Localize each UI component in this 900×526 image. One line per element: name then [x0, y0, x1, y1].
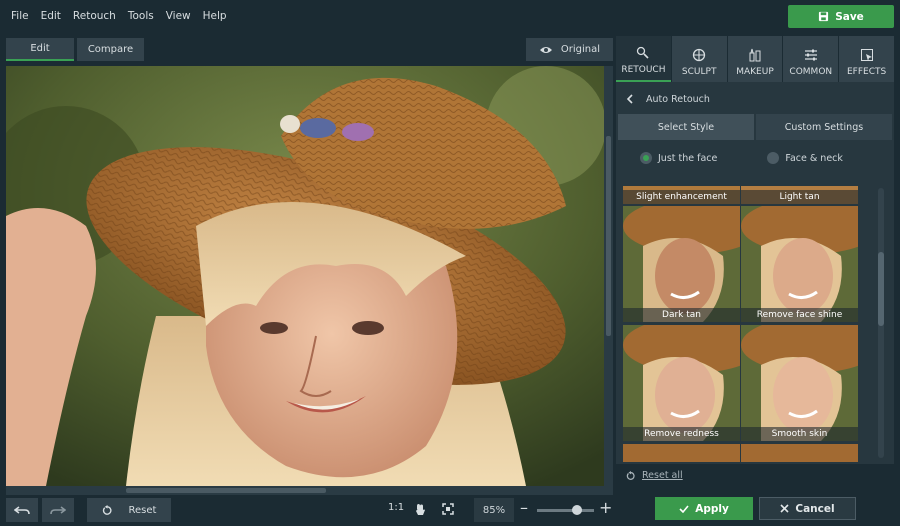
preset-thumbnail	[623, 325, 740, 441]
main-menu: File Edit Retouch Tools View Help	[0, 0, 233, 32]
tab-makeup-label: MAKEUP	[736, 67, 774, 77]
scope-radio-group: Just the face Face & neck	[640, 152, 843, 164]
style-remove-redness[interactable]: Remove redness	[623, 325, 740, 441]
style-remove-face-shine[interactable]: Remove face shine	[741, 206, 858, 322]
canvas-vertical-scrollbar[interactable]	[604, 66, 613, 486]
reset-label: Reset	[128, 504, 157, 516]
tab-common-label: COMMON	[789, 67, 833, 77]
sliders-icon	[804, 49, 817, 61]
style-label: Remove redness	[623, 427, 740, 441]
style-label: Light tan	[741, 190, 858, 204]
eye-icon	[539, 46, 552, 53]
portrait-photo	[6, 66, 604, 486]
undo-icon	[14, 506, 30, 515]
canvas-bottom-bar: Reset 1:1 85% – +	[0, 496, 615, 526]
menu-help[interactable]: Help	[197, 10, 233, 22]
style-label: Dark tan	[623, 308, 740, 322]
canvas-horizontal-scrollbar[interactable]	[6, 486, 613, 495]
redo-icon	[50, 506, 66, 515]
view-toolbar: Edit Compare Original	[0, 32, 615, 66]
apply-label: Apply	[695, 502, 729, 515]
style-presets-grid: Slight enhancement Light tan Dark tan Re…	[622, 186, 858, 462]
menu-bar: File Edit Retouch Tools View Help Save	[0, 0, 900, 32]
radio-just-face-label: Just the face	[658, 152, 718, 164]
save-label: Save	[835, 10, 864, 23]
retouch-brush-icon	[637, 46, 649, 59]
style-slight-enhancement[interactable]: Slight enhancement	[623, 186, 740, 204]
style-label: Smooth skin	[741, 427, 858, 441]
tab-retouch-label: RETOUCH	[621, 65, 666, 75]
menu-tools[interactable]: Tools	[122, 10, 160, 22]
tab-effects[interactable]: EFFECTS	[839, 36, 894, 82]
back-chevron-icon[interactable]	[626, 94, 634, 104]
redo-button[interactable]	[42, 498, 74, 522]
menu-retouch[interactable]: Retouch	[67, 10, 122, 22]
reset-all-label: Reset all	[642, 470, 683, 481]
menu-view[interactable]: View	[160, 10, 197, 22]
zoom-slider[interactable]	[537, 505, 594, 515]
style-smooth-skin[interactable]: Smooth skin	[741, 325, 858, 441]
radio-face-neck[interactable]: Face & neck	[767, 152, 843, 164]
presets-scrollbar[interactable]	[878, 188, 884, 458]
compare-view-button[interactable]: Compare	[77, 38, 144, 61]
apply-button[interactable]: Apply	[655, 497, 753, 520]
tab-custom-settings[interactable]: Custom Settings	[756, 114, 892, 140]
save-button[interactable]: Save	[788, 5, 894, 28]
radio-face-neck-label: Face & neck	[785, 152, 843, 164]
cancel-label: Cancel	[795, 502, 835, 515]
preset-thumbnail	[741, 325, 858, 441]
undo-button[interactable]	[6, 498, 38, 522]
sculpt-icon	[693, 48, 706, 62]
panel-header: Auto Retouch	[616, 86, 894, 112]
tab-makeup[interactable]: MAKEUP	[727, 36, 783, 82]
style-label: Slight enhancement	[623, 190, 740, 204]
tab-sculpt-label: SCULPT	[681, 67, 717, 77]
style-subtabs: Select Style Custom Settings	[618, 114, 892, 140]
radio-just-face[interactable]: Just the face	[640, 152, 717, 164]
style-dark-tan[interactable]: Dark tan	[623, 206, 740, 322]
style-light-tan[interactable]: Light tan	[741, 186, 858, 204]
zoom-level-field[interactable]: 85%	[474, 498, 514, 522]
close-icon	[780, 504, 789, 513]
vertical-scroll-thumb[interactable]	[606, 136, 611, 336]
radio-dot-selected	[640, 152, 652, 164]
original-button[interactable]: Original	[526, 38, 613, 61]
fit-to-screen-icon[interactable]	[442, 503, 454, 515]
panel-title: Auto Retouch	[646, 93, 710, 105]
cancel-button[interactable]: Cancel	[759, 497, 856, 520]
preset-thumbnail	[623, 206, 740, 322]
floppy-disk-icon	[819, 11, 829, 22]
hand-tool-icon[interactable]	[415, 503, 426, 516]
reset-icon	[102, 504, 112, 515]
reset-all-link[interactable]: Reset all	[626, 470, 683, 481]
makeup-icon	[749, 48, 761, 62]
actual-size-button[interactable]: 1:1	[388, 502, 404, 513]
tab-select-style[interactable]: Select Style	[618, 114, 754, 140]
checkmark-icon	[679, 504, 689, 513]
horizontal-scroll-thumb[interactable]	[126, 488, 326, 493]
tab-effects-label: EFFECTS	[846, 67, 887, 77]
tab-common[interactable]: COMMON	[783, 36, 839, 82]
effects-icon	[860, 49, 873, 61]
reset-button[interactable]: Reset	[87, 498, 171, 522]
zoom-slider-knob[interactable]	[571, 505, 582, 515]
photo-canvas[interactable]	[6, 66, 604, 486]
style-label: Remove face shine	[741, 308, 858, 322]
radio-dot	[767, 152, 780, 164]
tab-sculpt[interactable]: SCULPT	[671, 36, 727, 82]
menu-edit[interactable]: Edit	[35, 10, 67, 22]
style-partial-tile[interactable]	[623, 444, 740, 462]
tool-tabs: RETOUCH SCULPT MAKEUP COMMON EFFECTS	[616, 36, 894, 82]
tab-retouch[interactable]: RETOUCH	[616, 36, 671, 82]
zoom-in-button[interactable]: +	[599, 498, 612, 517]
style-partial-tile[interactable]	[741, 444, 858, 462]
menu-file[interactable]: File	[5, 10, 35, 22]
reset-icon	[626, 470, 635, 480]
presets-scroll-thumb[interactable]	[878, 252, 884, 326]
preset-thumbnail	[741, 206, 858, 322]
zoom-out-button[interactable]: –	[520, 498, 528, 517]
retouch-panel: RETOUCH SCULPT MAKEUP COMMON EFFECTS Aut…	[616, 36, 894, 464]
original-label: Original	[560, 44, 601, 55]
edit-view-button[interactable]: Edit	[6, 38, 74, 61]
